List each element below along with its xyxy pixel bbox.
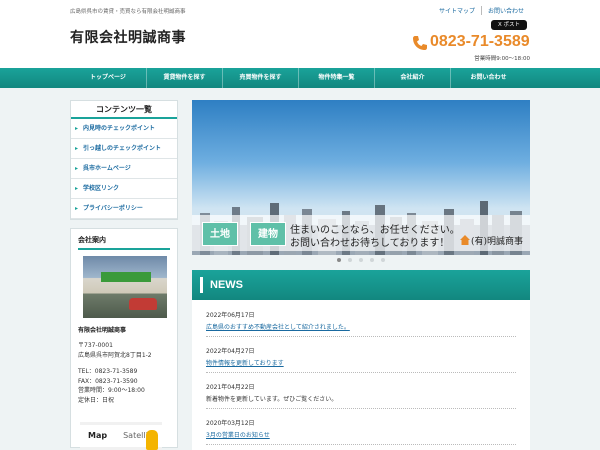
nav-contact[interactable]: お問い合わせ — [450, 68, 526, 88]
sidebar-item-privacy-policy[interactable]: プライバシーポリシー — [71, 199, 177, 219]
news-date: 2022年06月17日 — [206, 312, 255, 319]
slider-dot-2[interactable] — [348, 258, 352, 262]
contents-title: コンテンツ一覧 — [71, 101, 177, 119]
news-date: 2020年03月12日 — [206, 420, 255, 427]
company-fax: FAX：0823-71-3590 — [78, 377, 138, 385]
contact-link[interactable]: お問い合わせ — [480, 6, 530, 15]
house-icon — [460, 235, 470, 245]
sidebar-item-viewing-checkpoints[interactable]: 内見時のチェックポイント — [71, 119, 177, 139]
company-info: 会社案内 有限会社明誠商事 〒737-0001 広島県呉市阿賀北8丁目1-2 T… — [70, 228, 178, 448]
hero-caption-company: (有)明誠商事 — [471, 237, 524, 247]
office-photo — [83, 256, 167, 318]
contents-menu: コンテンツ一覧 内見時のチェックポイント 引っ越しのチェックポイント 呉市ホーム… — [70, 100, 178, 220]
sidebar-item-moving-checkpoints[interactable]: 引っ越しのチェックポイント — [71, 139, 177, 159]
header-links: サイトマップ お問い合わせ — [433, 6, 530, 15]
nav-top-page[interactable]: トップページ — [70, 68, 146, 88]
news-date: 2021年04月22日 — [206, 384, 255, 391]
news-title: NEWS — [192, 270, 530, 300]
main-nav: トップページ 賃貸物件を探す 売買物件を探す 物件特集一覧 会社紹介 お問い合わ… — [0, 68, 600, 88]
news-link[interactable]: 広島県のおすすめ不動産会社として紹介されました。 — [206, 322, 516, 331]
sitemap-link[interactable]: サイトマップ — [433, 6, 481, 15]
nav-company[interactable]: 会社紹介 — [374, 68, 450, 88]
news-date: 2022年04月27日 — [206, 348, 255, 355]
news-item: 2021年04月22日 新着物件を更新しています。ぜひご覧ください。 — [206, 378, 516, 409]
news-list: 2022年06月17日 広島県のおすすめ不動産会社として紹介されました。 202… — [192, 300, 530, 450]
slider-dot-5[interactable] — [381, 258, 385, 262]
x-post-button[interactable]: X ポスト — [491, 20, 527, 30]
phone-number[interactable]: 0823-71-3589 — [430, 33, 530, 51]
sidebar-item-kure-city-homepage[interactable]: 呉市ホームページ — [71, 159, 177, 179]
company-name: 有限会社明誠商事 — [78, 327, 127, 334]
hero-caption-line2: お問い合わせお待ちしております！ — [290, 238, 450, 249]
sidebar-item-school-district[interactable]: 学校区リンク — [71, 179, 177, 199]
news-link[interactable]: 物件情報を更新しております — [206, 358, 516, 367]
news-item: 2020年03月12日 3月の営業日のお知らせ — [206, 414, 516, 445]
header-tagline: 広島県呉市の賃貸・売買なら有限会社明誠商事 — [70, 9, 186, 15]
news-item: 2022年06月17日 広島県のおすすめ不動産会社として紹介されました。 — [206, 306, 516, 337]
company-postal: 〒737-0001 — [78, 342, 113, 349]
slider-dots — [192, 258, 530, 266]
tag-building: 建物 — [250, 222, 286, 246]
slider-dot-4[interactable] — [370, 258, 374, 262]
company-title: 会社案内 — [78, 235, 170, 250]
company-hours: 営業時間：9:00～18:00 — [78, 387, 145, 394]
company-tel: TEL：0823-71-3589 — [78, 368, 138, 375]
slider-dot-1[interactable] — [337, 258, 341, 262]
business-hours: 営業時間9:00～18:00 — [474, 56, 530, 62]
news-text: 新着物件を更新しています。ぜひご覧ください。 — [206, 396, 338, 403]
company-holiday: 定休日：日祝 — [78, 396, 115, 404]
map-button[interactable]: Map — [80, 425, 116, 447]
tag-land: 土地 — [202, 222, 238, 246]
nav-rental-search[interactable]: 賃貸物件を探す — [146, 68, 222, 88]
street-view-pegman-icon[interactable] — [146, 430, 158, 450]
nav-feature-list[interactable]: 物件特集一覧 — [298, 68, 374, 88]
nav-sale-search[interactable]: 売買物件を探す — [222, 68, 298, 88]
news-item: 2022年04月27日 物件情報を更新しております — [206, 342, 516, 373]
site-header: 広島県呉市の賃貸・売買なら有限会社明誠商事 サイトマップ お問い合わせ X ポス… — [0, 0, 600, 68]
phone-icon — [413, 36, 427, 50]
site-title[interactable]: 有限会社明誠商事 — [70, 27, 186, 47]
sidebar: コンテンツ一覧 内見時のチェックポイント 引っ越しのチェックポイント 呉市ホーム… — [70, 100, 178, 448]
news-link[interactable]: 3月の営業日のお知らせ — [206, 430, 516, 439]
news-section: NEWS 2022年06月17日 広島県のおすすめ不動産会社として紹介されました… — [192, 270, 530, 450]
hero-slider[interactable]: 土地 建物 住まいのことなら、お任せください。 お問い合わせお待ちしております！… — [192, 100, 530, 255]
slider-dot-3[interactable] — [359, 258, 363, 262]
company-address: 広島県呉市阿賀北8丁目1-2 — [78, 351, 152, 359]
main-content: 土地 建物 住まいのことなら、お任せください。 お問い合わせお待ちしております！… — [192, 100, 530, 450]
